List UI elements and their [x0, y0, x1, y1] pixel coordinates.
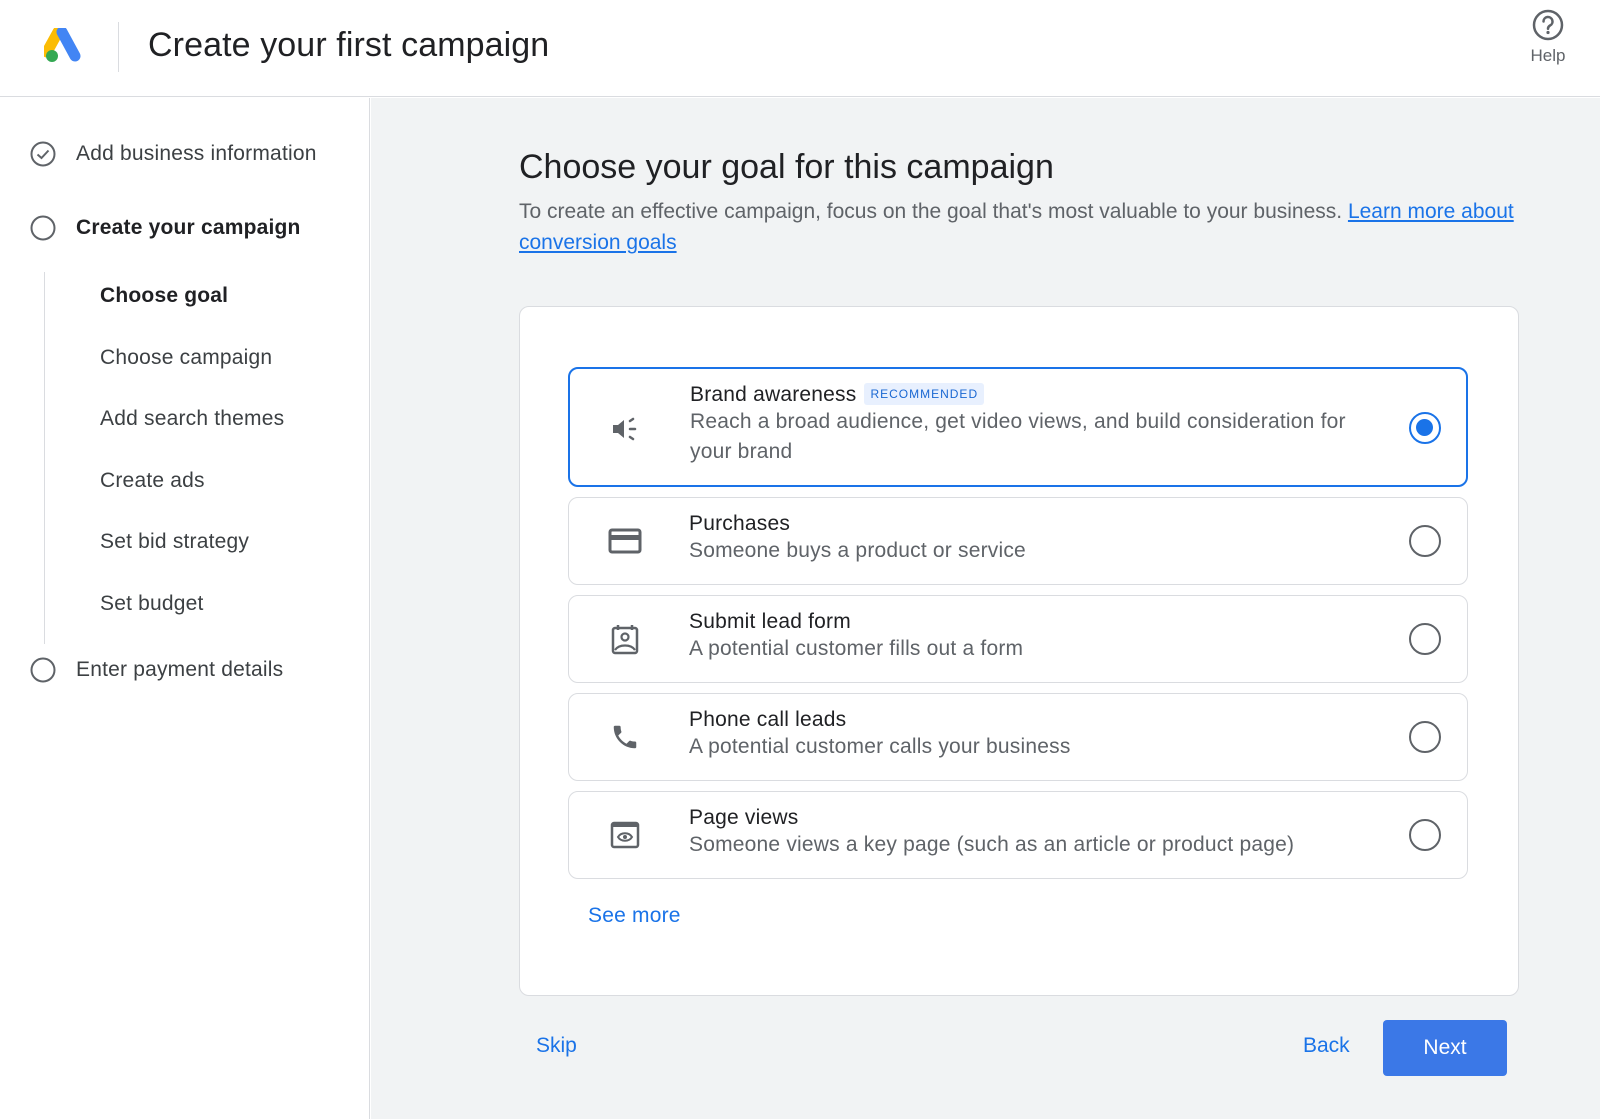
progress-sidebar: Add business information Create your cam… [0, 98, 370, 1119]
goal-option-brand-awareness[interactable]: Brand awareness RECOMMENDED Reach a broad… [568, 367, 1468, 487]
credit-card-icon [605, 521, 645, 561]
next-button[interactable]: Next [1383, 1020, 1507, 1076]
goal-radio-phone-call-leads[interactable] [1409, 721, 1441, 753]
substep-connector-line [44, 272, 45, 644]
option-title: Submit lead form [689, 610, 851, 633]
goal-radio-submit-lead-form[interactable] [1409, 623, 1441, 655]
help-circle-icon [1508, 8, 1588, 42]
goal-radio-page-views[interactable] [1409, 819, 1441, 851]
empty-circle-icon [30, 657, 56, 683]
empty-circle-icon [30, 215, 56, 241]
see-more-link[interactable]: See more [588, 904, 681, 928]
option-title: Purchases [689, 512, 791, 535]
option-title: Page views [689, 806, 799, 829]
megaphone-icon [606, 409, 646, 449]
substep-create-ads[interactable]: Create ads [100, 469, 205, 493]
google-ads-logo[interactable] [41, 26, 84, 64]
step-label: Create your campaign [76, 216, 301, 239]
option-description: A potential customer calls your business [689, 735, 1071, 758]
goal-option-purchases[interactable]: Purchases Someone buys a product or serv… [568, 497, 1468, 585]
check-circle-icon [30, 141, 56, 167]
goal-option-phone-call-leads[interactable]: Phone call leads A potential customer ca… [568, 693, 1468, 781]
substep-set-budget[interactable]: Set budget [100, 592, 204, 616]
substep-add-search-themes[interactable]: Add search themes [100, 407, 284, 431]
header-divider [118, 22, 119, 72]
substep-choose-campaign[interactable]: Choose campaign [100, 346, 272, 370]
option-title: Phone call leads [689, 708, 847, 731]
page-description: To create an effective campaign, focus o… [519, 196, 1539, 258]
contact-form-icon [605, 619, 645, 659]
step-create-your-campaign[interactable]: Create your campaign [30, 215, 301, 241]
page-title: Choose your goal for this campaign [519, 148, 1054, 186]
description-text: To create an effective campaign, focus o… [519, 200, 1348, 223]
option-description: Someone buys a product or service [689, 539, 1026, 562]
recommended-badge: RECOMMENDED [864, 383, 985, 405]
back-button[interactable]: Back [1303, 1034, 1350, 1058]
phone-icon [605, 717, 645, 757]
option-description: A potential customer fills out a form [689, 637, 1024, 660]
step-label: Add business information [76, 142, 317, 165]
step-label: Enter payment details [76, 658, 284, 681]
app-header: Create your first campaign Help [0, 0, 1600, 97]
main-content: Choose your goal for this campaign To cr… [371, 98, 1600, 1119]
goal-options-card: Brand awareness RECOMMENDED Reach a broad… [519, 306, 1519, 996]
page-header-title: Create your first campaign [148, 26, 550, 64]
goal-radio-purchases[interactable] [1409, 525, 1441, 557]
substep-choose-goal[interactable]: Choose goal [100, 284, 228, 308]
step-add-business-information[interactable]: Add business information [30, 141, 317, 167]
skip-button[interactable]: Skip [536, 1034, 577, 1058]
step-enter-payment-details[interactable]: Enter payment details [30, 657, 283, 683]
option-description: Someone views a key page (such as an art… [689, 833, 1295, 856]
goal-option-page-views[interactable]: Page views Someone views a key page (suc… [568, 791, 1468, 879]
goal-radio-brand-awareness[interactable] [1409, 412, 1441, 444]
option-description: Reach a broad audience, get video views,… [690, 410, 1346, 463]
help-button[interactable]: Help [1508, 8, 1588, 66]
option-title: Brand awareness [690, 383, 857, 406]
substep-set-bid-strategy[interactable]: Set bid strategy [100, 530, 249, 554]
goal-option-submit-lead-form[interactable]: Submit lead form A potential customer fi… [568, 595, 1468, 683]
help-label: Help [1530, 46, 1566, 65]
page-view-icon [605, 815, 645, 855]
